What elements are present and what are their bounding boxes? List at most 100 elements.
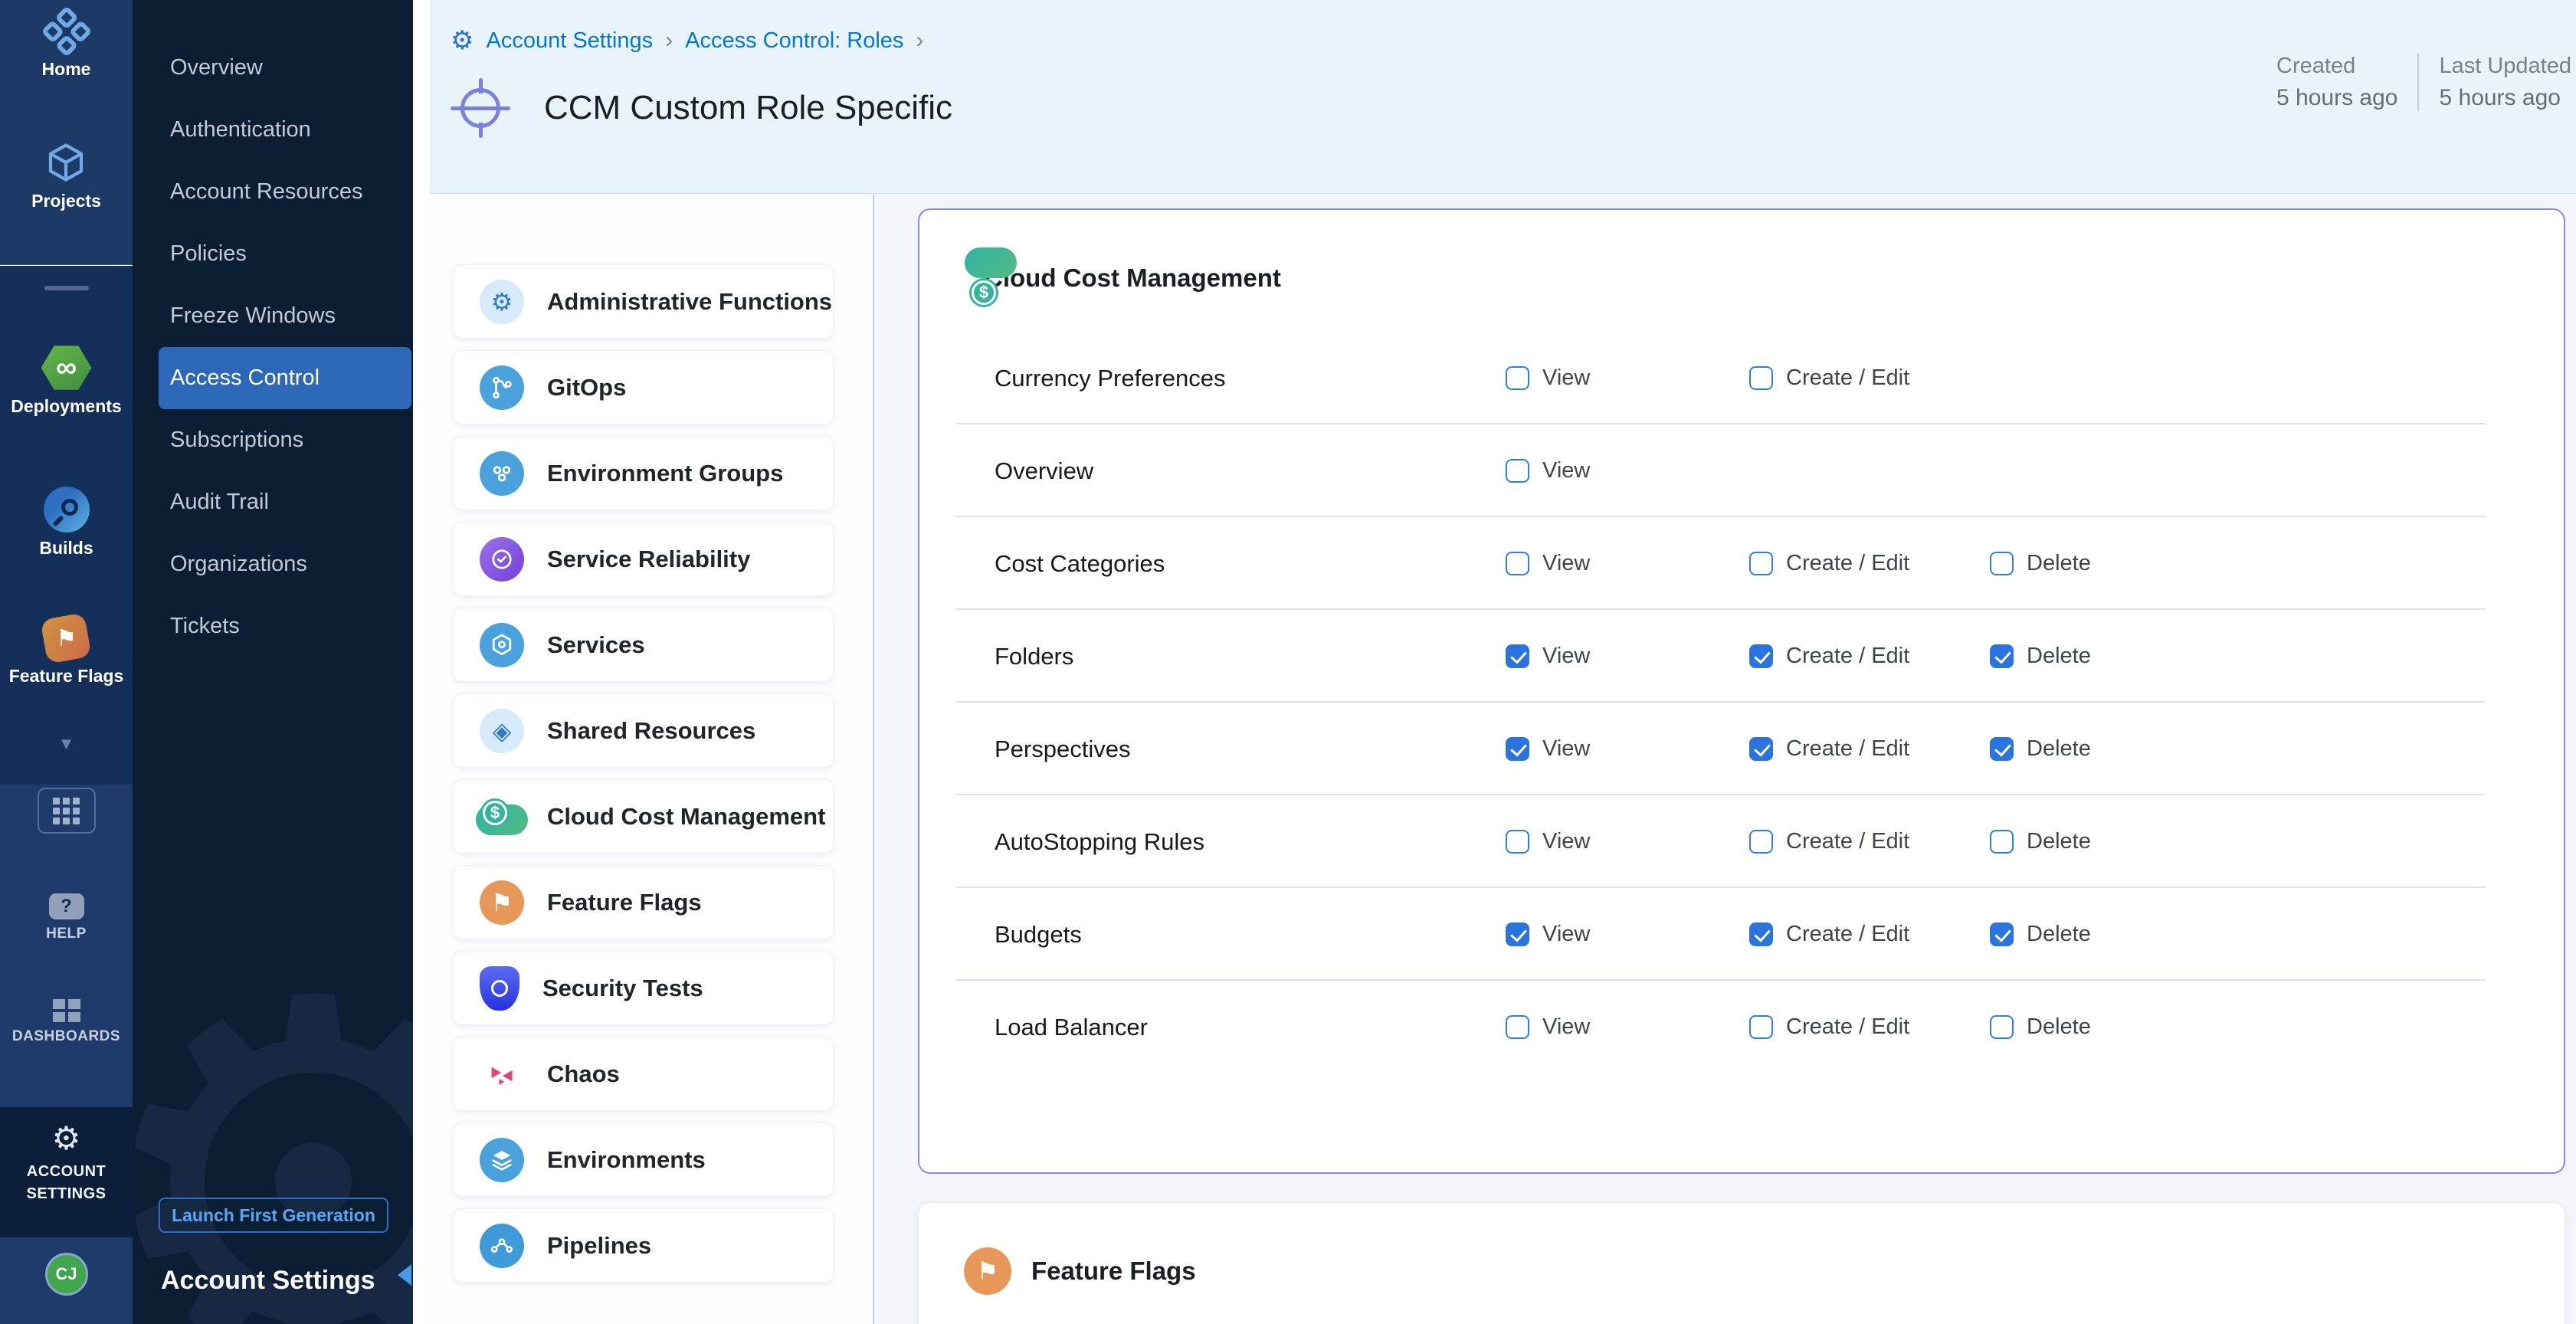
panel-title: Feature Flags xyxy=(1031,1257,1196,1286)
page-title: CCM Custom Role Specific xyxy=(544,89,952,127)
permission-create-edit: Create / Edit xyxy=(1749,551,1990,576)
rail-item-account-settings[interactable]: ⚙ ACCOUNT SETTINGS xyxy=(0,1107,133,1237)
permission-label: Create / Edit xyxy=(1786,922,1909,947)
launch-first-generation-button[interactable]: Launch First Generation xyxy=(159,1198,388,1233)
perspectives-create-edit-checkbox[interactable] xyxy=(1749,737,1773,761)
rail-item-dashboards[interactable]: DASHBOARDS xyxy=(12,999,120,1045)
category-service-reliability[interactable]: Service Reliability xyxy=(453,522,834,596)
autostopping-rules-view-checkbox[interactable] xyxy=(1506,830,1529,854)
perspectives-view-checkbox[interactable] xyxy=(1506,737,1529,761)
load-balancer-delete-checkbox[interactable] xyxy=(1990,1015,2014,1039)
cost-categories-create-edit-checkbox[interactable] xyxy=(1749,552,1773,575)
resource-label: Currency Preferences xyxy=(995,365,1506,392)
budgets-view-checkbox[interactable] xyxy=(1506,923,1529,946)
permission-create-edit: Create / Edit xyxy=(1749,365,1990,391)
load-balancer-create-edit-checkbox[interactable] xyxy=(1749,1015,1773,1039)
rail-drag-handle-icon[interactable] xyxy=(44,286,89,290)
category-services[interactable]: Services xyxy=(453,608,834,682)
created-meta: Created 5 hours ago xyxy=(2276,54,2397,111)
permission-view: View xyxy=(1506,644,1749,669)
category-administrative-functions[interactable]: ⚙Administrative Functions xyxy=(453,264,834,339)
breadcrumb-access-control-roles[interactable]: Access Control: Roles xyxy=(685,28,903,54)
category-label: Environments xyxy=(547,1146,706,1174)
autostopping-rules-create-edit-checkbox[interactable] xyxy=(1749,830,1773,854)
category-cloud-cost-management[interactable]: $Cloud Cost Management xyxy=(453,779,834,854)
screen: Home Projects ∞ Deployments Builds ⚑ Fea… xyxy=(0,0,2576,1324)
folders-delete-checkbox[interactable] xyxy=(1990,644,2014,668)
module-rail: Home Projects ∞ Deployments Builds ⚑ Fea… xyxy=(0,0,133,1324)
category-feature-flags[interactable]: ⚑Feature Flags xyxy=(453,865,834,939)
resource-label: Load Balancer xyxy=(995,1014,1506,1041)
menu-item-tickets[interactable]: Tickets xyxy=(133,595,413,657)
category-pipelines[interactable]: Pipelines xyxy=(453,1208,834,1283)
category-label: Administrative Functions xyxy=(547,288,832,316)
menu-item-subscriptions[interactable]: Subscriptions xyxy=(133,409,413,471)
permission-label: View xyxy=(1542,365,1590,391)
panel-header: $ Cloud Cost Management xyxy=(965,253,2564,303)
folders-create-edit-checkbox[interactable] xyxy=(1749,644,1773,668)
menu-item-authentication[interactable]: Authentication xyxy=(133,99,413,161)
shared-resources-icon: ◈ xyxy=(480,709,524,753)
rail-item-projects[interactable]: Projects xyxy=(31,139,101,211)
breadcrumb-account-settings[interactable]: Account Settings xyxy=(486,28,653,54)
avatar[interactable]: CJ xyxy=(45,1253,88,1296)
rail-item-deployments[interactable]: ∞ Deployments xyxy=(11,345,121,417)
category-environment-groups[interactable]: Environment Groups xyxy=(453,436,834,510)
category-label: Service Reliability xyxy=(547,546,750,573)
rail-item-home[interactable]: Home xyxy=(42,9,91,80)
perspectives-delete-checkbox[interactable] xyxy=(1990,737,2014,761)
category-shared-resources[interactable]: ◈Shared Resources xyxy=(453,693,834,768)
category-security-tests[interactable]: Security Tests xyxy=(453,951,834,1025)
autostopping-rules-delete-checkbox[interactable] xyxy=(1990,830,2014,854)
grid-icon xyxy=(53,798,80,824)
feature-flags-icon: ⚑ xyxy=(480,880,524,925)
service-reliability-icon xyxy=(480,537,524,582)
collapse-sidebar-icon[interactable] xyxy=(398,1264,411,1286)
folders-view-checkbox[interactable] xyxy=(1506,644,1529,668)
rail-item-label: Deployments xyxy=(11,396,121,417)
settings-gear-icon: ⚙ xyxy=(451,28,474,54)
budgets-create-edit-checkbox[interactable] xyxy=(1749,923,1773,946)
category-label: Pipelines xyxy=(547,1232,651,1260)
rail-item-builds[interactable]: Builds xyxy=(39,487,93,559)
resource-label: AutoStopping Rules xyxy=(995,828,1506,856)
permission-create-edit: Create / Edit xyxy=(1749,1014,1990,1040)
content: ⚙ Account Settings › Access Control: Rol… xyxy=(430,0,2576,1324)
chaos-icon xyxy=(480,1052,524,1096)
chevron-down-icon[interactable]: ▼ xyxy=(58,734,75,754)
pipelines-icon xyxy=(480,1224,524,1268)
permission-label: Create / Edit xyxy=(1786,1014,1909,1040)
environment-groups-icon xyxy=(480,451,524,496)
category-gitops[interactable]: GitOps xyxy=(453,350,834,424)
menu-item-policies[interactable]: Policies xyxy=(133,223,413,285)
menu-item-overview[interactable]: Overview xyxy=(133,37,413,99)
permission-delete: Delete xyxy=(1990,551,2091,576)
rail-top-section: Home Projects xyxy=(0,0,133,265)
permission-label: View xyxy=(1542,551,1590,576)
menu-item-organizations[interactable]: Organizations xyxy=(133,533,413,595)
cost-categories-delete-checkbox[interactable] xyxy=(1990,552,2014,575)
currency-preferences-view-checkbox[interactable] xyxy=(1506,366,1529,390)
rail-item-feature-flags[interactable]: ⚑ Feature Flags xyxy=(9,616,124,687)
menu-item-account-resources[interactable]: Account Resources xyxy=(133,161,413,223)
services-icon xyxy=(480,623,524,667)
permission-view: View xyxy=(1506,829,1749,854)
permission-label: Create / Edit xyxy=(1786,736,1909,762)
budgets-delete-checkbox[interactable] xyxy=(1990,923,2014,946)
menu-item-access-control[interactable]: Access Control xyxy=(159,347,411,409)
load-balancer-view-checkbox[interactable] xyxy=(1506,1015,1529,1039)
feature-flags-icon: ⚑ xyxy=(41,612,92,664)
environments-icon xyxy=(480,1138,524,1182)
cost-categories-view-checkbox[interactable] xyxy=(1506,552,1529,575)
category-environments[interactable]: Environments xyxy=(453,1122,834,1197)
menu-item-audit-trail[interactable]: Audit Trail xyxy=(133,471,413,533)
help-chat-icon: ? xyxy=(49,893,84,919)
category-chaos[interactable]: Chaos xyxy=(453,1037,834,1111)
scrollbar-gutter[interactable] xyxy=(413,0,430,1324)
menu-item-freeze-windows[interactable]: Freeze Windows xyxy=(133,285,413,347)
rail-item-help[interactable]: ? HELP xyxy=(46,893,87,942)
module-grid-button[interactable] xyxy=(38,788,96,834)
permission-view: View xyxy=(1506,551,1749,576)
currency-preferences-create-edit-checkbox[interactable] xyxy=(1749,366,1773,390)
overview-view-checkbox[interactable] xyxy=(1506,459,1529,483)
